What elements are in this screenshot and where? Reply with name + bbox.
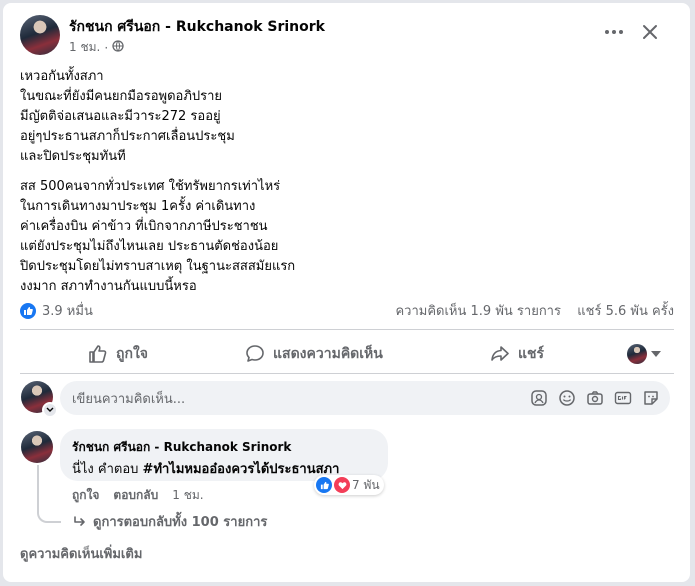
comment-time[interactable]: 1 ชม.	[172, 486, 203, 505]
thumbs-up-icon	[89, 345, 107, 363]
reply-arrow-icon	[74, 515, 85, 526]
comment-count-link[interactable]: ความคิดเห็น 1.9 พัน รายการ	[395, 304, 560, 319]
share-count-link[interactable]: แชร์ 5.6 พัน ครั้ง	[577, 304, 674, 319]
reply-thread-line	[37, 465, 61, 523]
author-avatar[interactable]	[20, 15, 60, 55]
camera-icon[interactable]	[586, 389, 604, 407]
post-paragraph-1: เหวอกันทั้งสภา ในขณะที่ยังมีคนยกมือรอพูด…	[20, 69, 235, 164]
commenter-avatar[interactable]	[21, 431, 53, 463]
comment-like-link[interactable]: ถูกใจ	[72, 486, 99, 505]
divider-top	[20, 329, 674, 330]
comment-label: แสดงความคิดเห็น	[273, 346, 383, 362]
comment-input[interactable]	[70, 381, 514, 417]
share-arrow-icon	[491, 346, 509, 361]
comment-actions: ถูกใจ ตอบกลับ 1 ชม.	[72, 486, 204, 505]
close-icon	[643, 25, 657, 39]
comment-button[interactable]: แสดงความคิดเห็น	[245, 336, 383, 372]
post-meta: 1 ชม. ·	[69, 38, 124, 57]
react-as-selector[interactable]	[627, 336, 661, 372]
love-reaction-icon	[334, 477, 350, 493]
post-actions: ถูกใจ แสดงความคิดเห็น แชร์	[20, 336, 674, 372]
comment-text-prefix: นี่ไง คำตอบ	[72, 462, 143, 477]
like-label: ถูกใจ	[116, 346, 148, 362]
comment-reactions[interactable]: 7 พัน	[314, 475, 384, 495]
caret-down-icon	[651, 351, 661, 357]
avatar-sticker-icon[interactable]	[530, 389, 548, 407]
share-label: แชร์	[518, 346, 545, 362]
post-card: รักชนก ศรีนอก - Rukchanok Srinork 1 ชม. …	[3, 3, 690, 582]
share-button[interactable]: แชร์	[490, 336, 544, 372]
comment-bubble: รักชนก ศรีนอก - Rukchanok Srinork นี่ไง …	[60, 429, 388, 481]
comment-icon	[246, 345, 264, 362]
emoji-icon[interactable]	[558, 389, 576, 407]
view-replies-label: ดูการตอบกลับทั้ง 100 รายการ	[93, 515, 268, 530]
post-body: เหวอกันทั้งสภา ในขณะที่ยังมีคนยกมือรอพูด…	[20, 67, 680, 307]
post-author-name[interactable]: รักชนก ศรีนอก - Rukchanok Srinork	[69, 16, 325, 38]
globe-icon	[112, 40, 124, 55]
more-options-button[interactable]	[598, 16, 630, 48]
chevron-down-icon[interactable]	[42, 402, 58, 418]
reaction-summary[interactable]: 3.9 หมื่น	[20, 300, 93, 321]
commenter-name[interactable]: รักชนก ศรีนอก - Rukchanok Srinork	[72, 438, 291, 457]
post-paragraph-2: สส 500คนจากทั่วประเทศ ใช้ทรัพยากรเท่าไหร…	[20, 179, 296, 294]
view-more-comments-link[interactable]: ดูความคิดเห็นเพิ่มเติม	[20, 543, 142, 564]
post-stats: 3.9 หมื่น ความคิดเห็น 1.9 พัน รายการ แชร…	[20, 299, 674, 319]
sticker-icon[interactable]	[642, 389, 660, 407]
comments-shares-summary: ความคิดเห็น 1.9 พัน รายการ แชร์ 5.6 พัน …	[395, 300, 674, 321]
view-replies-link[interactable]: ดูการตอบกลับทั้ง 100 รายการ	[73, 511, 267, 532]
comment-composer	[60, 381, 670, 417]
reaction-count: 3.9 หมื่น	[42, 304, 93, 319]
composer-tools	[530, 389, 660, 407]
more-dots-icon	[605, 30, 623, 34]
divider-bottom	[20, 373, 674, 374]
post-time[interactable]: 1 ชม.	[69, 38, 100, 57]
comment-reaction-count: 7 พัน	[352, 477, 380, 492]
close-button[interactable]	[634, 16, 666, 48]
comment-hashtag-link[interactable]: #ทำไมหมออ๋องควรได้ประธานสภา	[143, 462, 340, 477]
react-as-avatar	[627, 344, 647, 364]
like-button[interactable]: ถูกใจ	[88, 336, 148, 372]
like-reaction-icon	[20, 302, 36, 319]
comment-reply-link[interactable]: ตอบกลับ	[113, 486, 158, 505]
like-reaction-icon	[316, 477, 332, 493]
comment-text: นี่ไง คำตอบ #ทำไมหมออ๋องควรได้ประธานสภา	[72, 458, 339, 479]
gif-icon[interactable]	[614, 389, 632, 407]
